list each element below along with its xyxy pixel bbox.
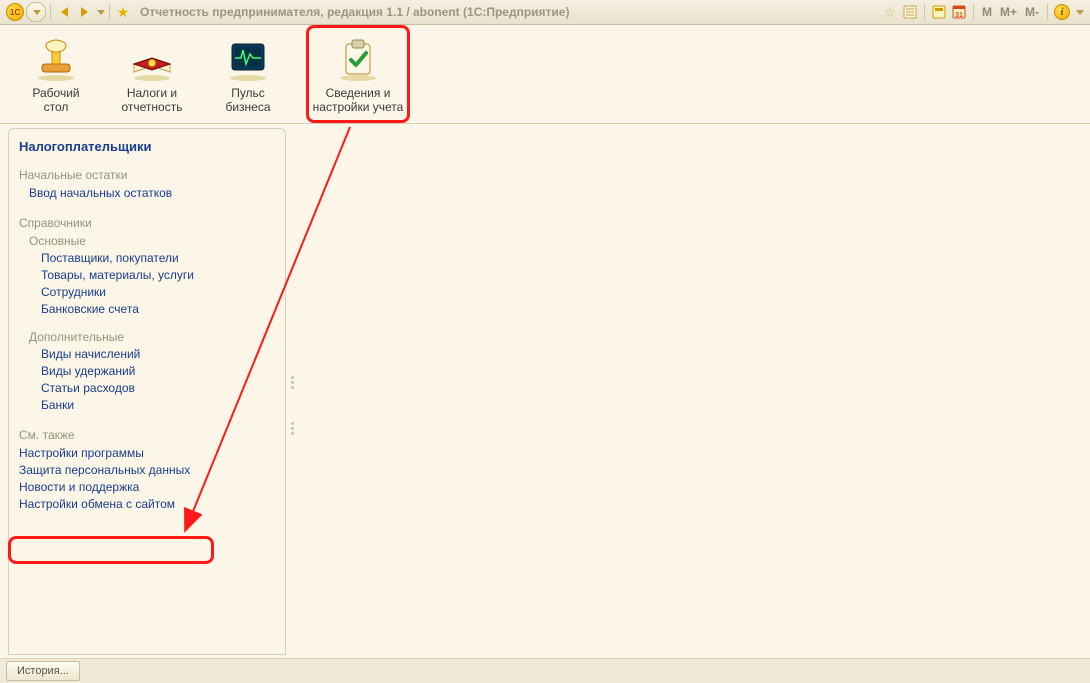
section-settings-label: Сведения инастройки учета (313, 86, 404, 114)
nav-group-initial: Начальные остатки (19, 168, 275, 182)
titlebar-right: ☆ 31 M M+ M- i (882, 4, 1084, 20)
nav-initial-balances[interactable]: Ввод начальных остатков (29, 186, 275, 200)
nav-expense-items[interactable]: Статьи расходов (41, 381, 275, 395)
pulse-icon (224, 34, 272, 82)
nav-banks[interactable]: Банки (41, 398, 275, 412)
desktop-icon (32, 34, 80, 82)
nav-group-catalogs: Справочники (19, 216, 275, 230)
nav-news-support[interactable]: Новости и поддержка (19, 480, 275, 494)
separator (973, 4, 974, 20)
nav-subgroup-extra: Дополнительные (29, 330, 275, 344)
nav-group-seealso: См. также (19, 428, 275, 442)
separator (50, 4, 51, 20)
splitter-handle[interactable] (291, 422, 295, 435)
titlebar: 1C ★ Отчетность предпринимателя, редакци… (0, 0, 1090, 25)
section-desktop-label: Рабочийстол (32, 86, 79, 114)
navigation-panel: Налогоплательщики Начальные остатки Ввод… (8, 128, 286, 655)
section-pulse[interactable]: Пульсбизнеса (200, 25, 296, 123)
nav-data-protection[interactable]: Защита персональных данных (19, 463, 275, 477)
nav-subgroup-main: Основные (29, 234, 275, 248)
calculator-button[interactable] (931, 4, 947, 20)
titlebar-left: 1C ★ Отчетность предпринимателя, редакци… (6, 2, 569, 22)
main-menu-button[interactable] (26, 2, 46, 22)
nav-goods[interactable]: Товары, материалы, услуги (41, 268, 275, 282)
nav-deduction-types[interactable]: Виды удержаний (41, 364, 275, 378)
info-dropdown[interactable] (1076, 10, 1084, 15)
info-button[interactable]: i (1054, 4, 1070, 20)
calendar-button[interactable]: 31 (951, 4, 967, 20)
book-icon (128, 34, 176, 82)
favorite-button[interactable]: ★ (114, 3, 132, 21)
history-button[interactable]: История... (6, 661, 80, 681)
nav-history-dropdown[interactable] (97, 10, 105, 15)
calculator-icon (932, 5, 946, 19)
nav-back-button[interactable] (55, 3, 73, 21)
workspace: Налогоплательщики Начальные остатки Ввод… (0, 122, 1090, 659)
memory-mplus-button[interactable]: M+ (998, 5, 1019, 19)
splitter-handle[interactable] (291, 376, 295, 389)
separator (924, 4, 925, 20)
star-outline-icon: ☆ (884, 4, 897, 21)
history-panel-button[interactable] (902, 4, 918, 20)
memory-mminus-button[interactable]: M- (1023, 5, 1041, 19)
clipboard-icon (334, 34, 382, 82)
nav-program-settings[interactable]: Настройки программы (19, 446, 275, 460)
statusbar: История... (0, 658, 1090, 683)
nav-accrual-types[interactable]: Виды начислений (41, 347, 275, 361)
window-title: Отчетность предпринимателя, редакция 1.1… (140, 5, 569, 19)
document-icon (903, 5, 917, 19)
separator (1047, 4, 1048, 20)
info-icon: i (1060, 6, 1063, 18)
app-logo-icon[interactable]: 1C (6, 3, 24, 21)
section-pulse-label: Пульсбизнеса (225, 86, 270, 114)
memory-m-button[interactable]: M (980, 5, 994, 19)
section-settings[interactable]: Сведения инастройки учета (306, 25, 410, 123)
nav-forward-button[interactable] (75, 3, 93, 21)
separator (109, 4, 110, 20)
star-icon: ★ (117, 4, 130, 21)
section-toolbar: Рабочийстол Налоги иотчетность Пульсбизн… (0, 25, 1090, 124)
arrow-right-icon (81, 7, 88, 17)
nav-employees[interactable]: Сотрудники (41, 285, 275, 299)
section-taxes[interactable]: Налоги иотчетность (104, 25, 200, 123)
nav-taxpayers[interactable]: Налогоплательщики (19, 139, 275, 154)
section-desktop[interactable]: Рабочийстол (8, 25, 104, 123)
arrow-left-icon (61, 7, 68, 17)
nav-site-exchange[interactable]: Настройки обмена с сайтом (19, 497, 275, 511)
nav-bank-accounts[interactable]: Банковские счета (41, 302, 275, 316)
favorites-list-button[interactable]: ☆ (882, 4, 898, 20)
calendar-icon: 31 (952, 5, 966, 19)
section-taxes-label: Налоги иотчетность (122, 86, 183, 114)
nav-suppliers[interactable]: Поставщики, покупатели (41, 251, 275, 265)
svg-text:31: 31 (955, 12, 963, 19)
chevron-down-icon (33, 10, 41, 15)
